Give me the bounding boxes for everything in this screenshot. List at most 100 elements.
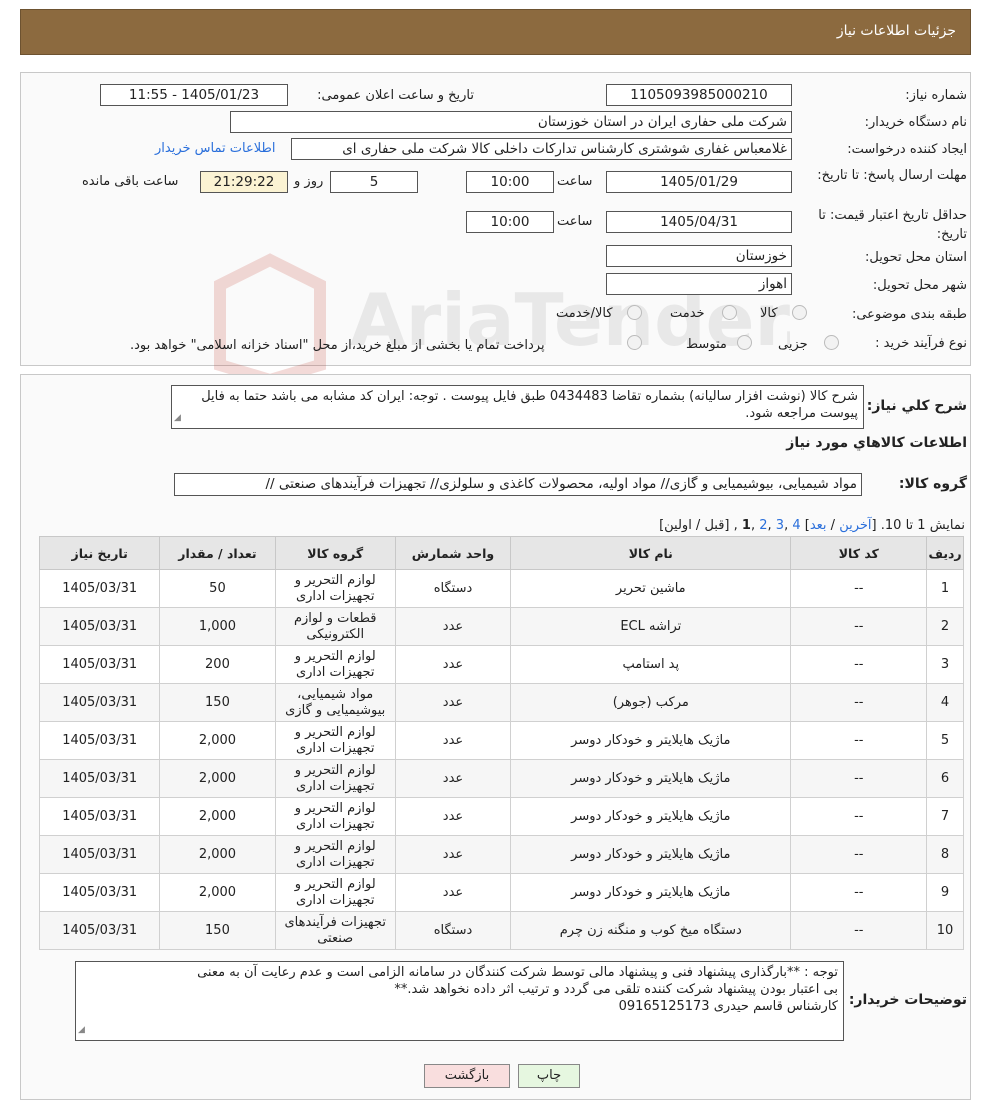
cell-row-num: 5: [926, 721, 964, 760]
pagination-comma: ,: [750, 518, 760, 533]
deadline-time-field: 10:00: [466, 171, 554, 193]
cell-code: --: [790, 607, 928, 646]
goods-group-field: مواد شیمیایی، بیوشیمیایی و گازی// مواد ا…: [174, 473, 862, 496]
resize-grip-icon[interactable]: ◢: [174, 410, 181, 427]
cell-group: لوازم التحریر و تجهیزات اداری: [274, 645, 396, 684]
buyer-field: شرکت ملی حفاری ایران در استان خوزستان: [230, 111, 792, 133]
cell-name: مرکب (جوهر): [510, 683, 792, 722]
category-label: طبقه بندی موضوعی:: [851, 307, 967, 322]
table-row: 10 -- دستگاه میخ کوب و منگنه زن چرم دستگاه ت…: [38, 911, 964, 950]
cell-group: لوازم التحریر و تجهیزات اداری: [274, 569, 396, 608]
announce-field: 1405/01/23 - 11:55: [100, 84, 288, 106]
category-goods-label: کالا: [760, 306, 778, 321]
cell-quantity: 1,000: [159, 607, 276, 646]
cell-unit: عدد: [394, 835, 512, 874]
table-row: 7 -- ماژیک هایلایتر و خودکار دوسر عدد لوازم …: [38, 797, 964, 836]
table-row: 4 -- مرکب (جوهر) عدد مواد شیمیایی، بیوشیمیای…: [38, 683, 964, 722]
pagination-page-3[interactable]: 3: [776, 518, 784, 533]
province-label: استان محل تحویل:: [865, 250, 967, 265]
cell-date: 1405/03/31: [38, 683, 161, 722]
pagination: نمایش 1 تا 10. [آخرین / بعد] 4 ,3 ,2 ,1 …: [659, 518, 965, 533]
print-button[interactable]: چاپ: [518, 1064, 580, 1088]
cell-unit: عدد: [394, 683, 512, 722]
table-row: 8 -- ماژیک هایلایتر و خودکار دوسر عدد لوازم …: [38, 835, 964, 874]
remaining-time-field: 21:29:22: [200, 171, 288, 193]
pagination-separator: /: [826, 518, 840, 533]
cell-unit: عدد: [394, 645, 512, 684]
cell-code: --: [790, 797, 928, 836]
cell-quantity: 2,000: [159, 873, 276, 912]
creator-label: ایجاد کننده درخواست:: [847, 142, 967, 157]
category-both-radio[interactable]: [627, 305, 642, 320]
process-medium-radio[interactable]: [737, 335, 752, 350]
cell-row-num: 6: [926, 759, 964, 798]
pagination-next-link[interactable]: بعد: [810, 518, 827, 533]
validity-time-field: 10:00: [466, 211, 554, 233]
col-header-quantity: تعداد / مقدار: [159, 536, 276, 570]
validity-time-label: ساعت: [557, 214, 593, 229]
pagination-last-link[interactable]: آخرین: [839, 518, 871, 533]
pagination-page-4[interactable]: 4: [792, 518, 800, 533]
cell-code: --: [790, 873, 928, 912]
cell-group: لوازم التحریر و تجهیزات اداری: [274, 721, 396, 760]
category-both-label: کالا/خدمت: [556, 306, 613, 321]
cell-quantity: 2,000: [159, 721, 276, 760]
page-header: جزئیات اطلاعات نیاز: [20, 9, 971, 55]
cell-date: 1405/03/31: [38, 911, 161, 950]
cell-code: --: [790, 759, 928, 798]
cell-code: --: [790, 835, 928, 874]
col-header-row: ردیف: [926, 536, 964, 570]
cell-name: ماژیک هایلایتر و خودکار دوسر: [510, 721, 792, 760]
cell-row-num: 2: [926, 607, 964, 646]
table-row: 6 -- ماژیک هایلایتر و خودکار دوسر عدد لوازم …: [38, 759, 964, 798]
category-service-radio[interactable]: [722, 305, 737, 320]
cell-unit: عدد: [394, 607, 512, 646]
cell-group: قطعات و لوازم الکترونیکی: [274, 607, 396, 646]
process-partial-radio[interactable]: [824, 335, 839, 350]
validity-date-field: 1405/04/31: [606, 211, 792, 233]
city-field: اهواز: [606, 273, 792, 295]
cell-group: لوازم التحریر و تجهیزات اداری: [274, 797, 396, 836]
creator-field: غلامعباس غفاری شوشتری کارشناس تدارکات دا…: [291, 138, 792, 160]
pagination-current-page: 1: [741, 518, 751, 533]
summary-text: شرح کالا (نوشت افزار سالیانه) بشماره تقا…: [201, 389, 858, 421]
cell-code: --: [790, 721, 928, 760]
cell-name: پد استامپ: [510, 645, 792, 684]
need-number-label: شماره نیاز:: [905, 88, 967, 103]
cell-date: 1405/03/31: [38, 835, 161, 874]
pagination-page-2[interactable]: 2: [759, 518, 767, 533]
back-button[interactable]: بازگشت: [424, 1064, 510, 1088]
category-goods-radio[interactable]: [792, 305, 807, 320]
cell-row-num: 3: [926, 645, 964, 684]
process-treasury-checkbox[interactable]: [627, 335, 642, 350]
table-header-row: ردیف کد کالا نام کالا واحد شمارش گروه کا…: [38, 536, 964, 570]
summary-textarea[interactable]: شرح کالا (نوشت افزار سالیانه) بشماره تقا…: [171, 385, 864, 429]
col-header-date: تاریخ نیاز: [38, 536, 161, 570]
cell-date: 1405/03/31: [38, 569, 161, 608]
buyer-notes-textarea[interactable]: توجه : **بارگذاری پیشنهاد فنی و پیشنهاد …: [75, 961, 844, 1041]
cell-date: 1405/03/31: [38, 607, 161, 646]
process-medium-label: متوسط: [686, 337, 727, 352]
cell-quantity: 50: [159, 569, 276, 608]
pagination-comma: ,: [767, 518, 776, 533]
buyer-contact-link[interactable]: اطلاعات تماس خریدار: [155, 141, 275, 156]
announce-label: تاریخ و ساعت اعلان عمومی:: [317, 88, 474, 103]
cell-row-num: 8: [926, 835, 964, 874]
buyer-notes-line: توجه : **بارگذاری پیشنهاد فنی و پیشنهاد …: [197, 965, 838, 980]
table-row: 9 -- ماژیک هایلایتر و خودکار دوسر عدد لوازم …: [38, 873, 964, 912]
cell-date: 1405/03/31: [38, 873, 161, 912]
cell-row-num: 9: [926, 873, 964, 912]
table-row: 5 -- ماژیک هایلایتر و خودکار دوسر عدد لوازم …: [38, 721, 964, 760]
col-header-group: گروه کالا: [274, 536, 396, 570]
deadline-time-label: ساعت: [557, 174, 593, 189]
process-partial-label: جزیی: [778, 337, 808, 352]
cell-unit: عدد: [394, 759, 512, 798]
cell-code: --: [790, 569, 928, 608]
table-row: 2 -- تراشه ECL عدد قطعات و لوازم الکترونیکی 1…: [38, 607, 964, 646]
cell-group: لوازم التحریر و تجهیزات اداری: [274, 759, 396, 798]
process-note: پرداخت تمام یا بخشی از مبلغ خرید،از محل …: [130, 338, 545, 353]
resize-grip-icon[interactable]: ◢: [78, 1022, 85, 1039]
cell-date: 1405/03/31: [38, 645, 161, 684]
goods-group-label: گروه کالا:: [898, 476, 967, 492]
items-table: ردیف کد کالا نام کالا واحد شمارش گروه کا…: [38, 536, 964, 950]
